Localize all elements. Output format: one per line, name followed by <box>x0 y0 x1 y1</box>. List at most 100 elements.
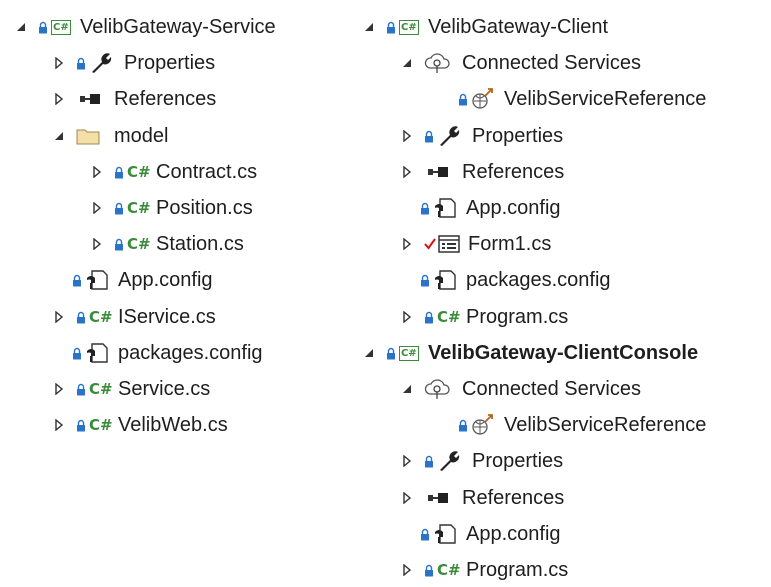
config-file-icon <box>420 268 457 292</box>
tree-item[interactable]: C# Position.cs <box>90 191 450 225</box>
expand-arrow-icon[interactable] <box>90 236 104 252</box>
references-icon <box>426 160 452 184</box>
csharp-project-badge: C# <box>399 19 419 35</box>
tree-item-label: model <box>114 125 169 147</box>
tree-item[interactable]: C# Service.cs <box>52 372 412 406</box>
config-file-icon <box>72 268 109 292</box>
lock-icon <box>77 419 85 431</box>
lock-icon <box>421 274 429 286</box>
tree-item-label: packages.config <box>466 269 611 291</box>
collapse-arrow-icon[interactable] <box>400 55 414 71</box>
expand-arrow-icon[interactable] <box>52 309 66 325</box>
csharp-file-icon: C# <box>424 558 461 582</box>
collapse-arrow-icon[interactable] <box>362 19 376 35</box>
tree-item-label: IService.cs <box>118 306 216 328</box>
tree-item[interactable]: References <box>400 481 760 515</box>
tree-item[interactable]: Properties <box>400 444 760 478</box>
lock-icon <box>115 202 123 214</box>
collapse-arrow-icon[interactable] <box>400 381 414 397</box>
lock-icon <box>387 347 395 359</box>
csharp-glyph: C# <box>127 163 151 181</box>
tree-item[interactable]: C# Program.cs <box>400 300 760 334</box>
lock-icon <box>77 383 85 395</box>
expand-arrow-icon[interactable] <box>400 453 414 469</box>
tree-item[interactable]: C# VelibWeb.cs <box>52 408 412 442</box>
properties-wrench-icon <box>424 124 461 148</box>
csharp-file-icon: C# <box>76 305 113 329</box>
tree-item-label: Contract.cs <box>156 161 258 183</box>
lock-icon <box>39 21 47 33</box>
tree-item[interactable]: C# Station.cs <box>90 227 450 261</box>
tree-item[interactable]: C# Contract.cs <box>90 155 450 189</box>
tree-item[interactable]: Form1.cs <box>400 227 760 261</box>
tree-item[interactable]: packages.config <box>400 263 760 297</box>
tree-item[interactable]: C# VelibGateway-Service <box>14 10 374 44</box>
lock-icon <box>459 93 467 105</box>
collapse-arrow-icon[interactable] <box>52 128 66 144</box>
csharp-project-badge: C# <box>399 345 419 361</box>
tree-item-label: App.config <box>466 523 561 545</box>
expand-arrow-icon[interactable] <box>52 381 66 397</box>
tree-item-label: Program.cs <box>466 559 569 581</box>
expand-arrow-icon[interactable] <box>90 200 104 216</box>
tree-item[interactable]: Properties <box>400 119 760 153</box>
tree-item[interactable]: model <box>52 119 412 153</box>
tree-item-label: References <box>462 161 565 183</box>
tree-item[interactable]: VelibServiceReference <box>438 408 771 442</box>
tree-item[interactable]: C# VelibGateway-ClientConsole <box>362 336 722 370</box>
lock-icon <box>459 419 467 431</box>
tree-item[interactable]: packages.config <box>52 336 412 370</box>
service-reference-icon <box>458 413 495 437</box>
tree-item[interactable]: App.config <box>52 263 412 297</box>
csharp-file-icon: C# <box>76 377 113 401</box>
expand-arrow-icon[interactable] <box>52 91 66 107</box>
tree-item-label: VelibServiceReference <box>504 88 707 110</box>
lock-icon <box>425 455 433 467</box>
tree-item[interactable]: VelibServiceReference <box>438 82 771 116</box>
connected-services-icon <box>424 377 450 401</box>
references-icon <box>426 486 452 510</box>
tree-item[interactable]: App.config <box>400 191 760 225</box>
lock-icon <box>77 57 85 69</box>
tree-item[interactable]: C# VelibGateway-Client <box>362 10 722 44</box>
tree-item[interactable]: Properties <box>52 46 412 80</box>
csharp-project-icon: C# <box>386 341 419 365</box>
tree-item[interactable]: C# IService.cs <box>52 300 412 334</box>
folder-icon <box>76 124 102 148</box>
tree-item-label: VelibGateway-ClientConsole <box>428 342 699 364</box>
tree-item[interactable]: References <box>52 82 412 116</box>
expand-arrow-icon[interactable] <box>52 55 66 71</box>
tree-item[interactable]: App.config <box>400 517 760 551</box>
expand-arrow-icon[interactable] <box>400 128 414 144</box>
tree-item-label: App.config <box>466 197 561 219</box>
tree-item-label: VelibWeb.cs <box>118 414 228 436</box>
csharp-file-icon: C# <box>114 160 151 184</box>
tree-item[interactable]: Connected Services <box>400 372 760 406</box>
expand-arrow-icon[interactable] <box>400 562 414 578</box>
expand-arrow-icon[interactable] <box>400 236 414 252</box>
collapse-arrow-icon[interactable] <box>362 345 376 361</box>
csharp-file-icon: C# <box>114 232 151 256</box>
checkmark-icon <box>424 238 436 250</box>
tree-item[interactable]: Connected Services <box>400 46 760 80</box>
lock-icon <box>387 21 395 33</box>
tree-item-label: Form1.cs <box>468 233 552 255</box>
expand-arrow-icon[interactable] <box>90 164 104 180</box>
tree-item[interactable]: C# Program.cs <box>400 553 760 587</box>
collapse-arrow-icon[interactable] <box>14 19 28 35</box>
lock-icon <box>425 130 433 142</box>
expand-arrow-icon[interactable] <box>400 490 414 506</box>
csharp-glyph: C# <box>89 416 113 434</box>
expand-arrow-icon[interactable] <box>400 164 414 180</box>
lock-icon <box>73 347 81 359</box>
tree-item-label: Properties <box>124 52 216 74</box>
tree-item-label: Station.cs <box>156 233 244 255</box>
tree-item-label: VelibGateway-Service <box>80 16 276 38</box>
lock-icon <box>425 311 433 323</box>
tree-item-label: Properties <box>472 125 564 147</box>
csharp-glyph: C# <box>89 380 113 398</box>
expand-arrow-icon[interactable] <box>400 309 414 325</box>
tree-item[interactable]: References <box>400 155 760 189</box>
tree-item-label: References <box>114 88 217 110</box>
expand-arrow-icon[interactable] <box>52 417 66 433</box>
